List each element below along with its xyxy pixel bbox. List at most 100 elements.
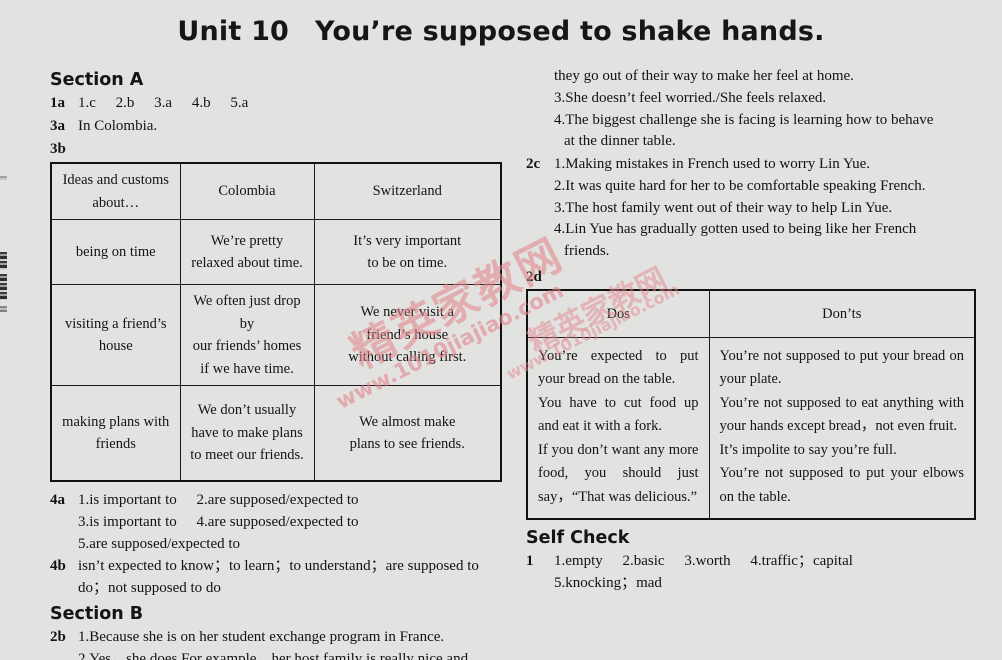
answer-item: 2.are supposed/expected to — [196, 492, 359, 509]
answer-item: 3.is important to — [78, 513, 177, 530]
answer-2c: 2c 1.Making mistakes in French used to w… — [520, 154, 982, 263]
table-row: making plans with friends We don’t usual… — [50, 385, 502, 482]
answer-4b-line: isn’t expected to know；to learn；to under… — [78, 558, 479, 575]
answer-key-page: Unit 10 You’re supposed to shake hands. S… — [0, 0, 1002, 660]
table-header-donts: Don’ts — [708, 289, 976, 338]
cell-line: We almost make — [359, 413, 456, 430]
table-header-colombia: Colombia — [179, 162, 315, 221]
cell-dos-list: You’re expected to put your bread on the… — [526, 336, 710, 520]
cell-line: We’re pretty — [210, 232, 284, 249]
answer-item: 3.worth — [684, 553, 731, 570]
answer-item: 5.knocking；mad — [554, 574, 662, 591]
self-check-heading: Self Check — [526, 528, 630, 549]
scan-edge-artifact — [0, 274, 7, 300]
cell-donts-list: You’re not supposed to put your bread on… — [708, 336, 976, 520]
table-row: Ideas and customs about… Colombia Switze… — [50, 162, 502, 221]
answer-1a-item: 1.c — [78, 95, 96, 111]
answer-2c-line: 2.It was quite hard for her to be comfor… — [554, 177, 926, 194]
answer-key-1: 1 — [526, 553, 534, 570]
selfcheck-line: 1.empty 2.basic 3.worth 4.traffic；capita… — [554, 551, 982, 573]
answer-1a-item: 5.a — [230, 95, 249, 111]
cell-line: It’s very important — [353, 232, 462, 249]
answer-item: 1.empty — [554, 553, 603, 570]
answer-4b-line: do；not supposed to do — [78, 580, 221, 597]
cell-topic: visiting a friend’s house — [50, 284, 181, 387]
cell-line: friends — [95, 436, 136, 453]
answer-key-2b: 2b — [50, 628, 66, 645]
answer-2b-cont-line: they go out of their way to make her fee… — [554, 68, 854, 84]
answer-2c-line: 3.The host family went out of their way … — [554, 199, 893, 216]
answer-key-2c: 2c — [526, 156, 541, 172]
answer-3a: 3a In Colombia. — [44, 116, 506, 138]
cell-line: relaxed about time. — [191, 255, 303, 272]
section-b-heading: Section B — [50, 603, 144, 624]
answer-1a-item: 3.a — [154, 95, 173, 111]
answer-item: 4.are supposed/expected to — [196, 513, 359, 530]
table-customs-comparison: Ideas and customs about… Colombia Switze… — [50, 162, 502, 483]
cell-line: friend’s house — [366, 326, 449, 343]
cell-line: We often just drop by — [193, 293, 301, 332]
cell-line: have to make plans — [191, 424, 303, 441]
donts-item: You’re not supposed to eat anything with… — [719, 394, 965, 435]
table-dos-donts: Dos Don’ts You’re expected to put your b… — [526, 288, 976, 521]
right-column: they go out of their way to make her fee… — [520, 66, 982, 596]
left-column: Section A 1a 1.c 2.b 3.a 4.b 5.a 3a In C… — [44, 66, 506, 660]
answer-3b: 3b — [44, 139, 506, 161]
answer-item: 5.are supposed/expected to — [78, 535, 241, 552]
scan-edge-artifact — [0, 252, 7, 270]
answer-key-4b: 4b — [50, 558, 66, 575]
selfcheck-line: 5.knocking；mad — [554, 573, 982, 595]
cell-switzerland: We never visit a friend’s house without … — [313, 284, 502, 387]
section-a-heading: Section A — [50, 70, 144, 90]
answer-1a-item: 4.b — [191, 95, 211, 111]
cell-line: We never visit a — [360, 304, 454, 321]
answer-item: 4.traffic；capital — [750, 553, 853, 570]
table-row: You’re expected to put your bread on the… — [526, 336, 976, 520]
unit-number: Unit 10 — [177, 16, 290, 47]
answer-2b-line: 1.Because she is on her student exchange… — [78, 628, 445, 645]
answer-4a-line: 3.is important to 4.are supposed/expecte… — [78, 512, 506, 534]
answer-1a-item: 2.b — [115, 95, 135, 111]
donts-item: It’s impolite to say you’re full. — [719, 441, 897, 458]
answer-1a: 1a 1.c 2.b 3.a 4.b 5.a — [44, 93, 506, 115]
cell-line: to be on time. — [367, 255, 448, 272]
table-row: being on time We’re pretty relaxed about… — [50, 219, 502, 286]
dos-item: You’re expected to put your bread on the… — [538, 347, 699, 388]
donts-item: You’re not supposed to put your elbows o… — [719, 465, 965, 505]
table-row: visiting a friend’s house We often just … — [50, 284, 502, 387]
answer-key-4a: 4a — [50, 492, 65, 509]
answer-3a-text: In Colombia. — [78, 117, 158, 134]
dos-item: You have to cut food up and eat it with … — [538, 394, 699, 435]
header-line: Ideas and customs — [62, 172, 169, 189]
cell-line: to meet our friends. — [190, 447, 304, 464]
dos-item: If you don’t want any more food, you sho… — [538, 441, 699, 505]
cell-line: without calling first. — [348, 349, 467, 366]
scan-edge-artifact — [0, 306, 7, 312]
answer-2b-cont-line: 4.The biggest challenge she is facing is… — [554, 111, 934, 128]
answer-4a-line: 5.are supposed/expected to — [78, 534, 506, 556]
cell-line: visiting a friend’s — [65, 315, 167, 332]
answer-2c-line: 1.Making mistakes in French used to worr… — [554, 156, 871, 172]
answer-4b: 4b isn’t expected to know；to learn；to un… — [44, 556, 506, 600]
answer-2b: 2b 1.Because she is on her student excha… — [44, 627, 506, 660]
answer-selfcheck-1: 1 1.empty 2.basic 3.worth 4.traffic；capi… — [520, 551, 982, 595]
table-row: Dos Don’ts — [526, 289, 976, 338]
answer-4a-line: 1.is important to 2.are supposed/expecte… — [78, 490, 506, 512]
donts-item: You’re not supposed to put your bread on… — [719, 347, 965, 388]
header-line: about… — [92, 194, 140, 211]
answer-item: 1.is important to — [78, 492, 177, 509]
answer-key-1a: 1a — [50, 95, 65, 111]
cell-line: We don’t usually — [197, 402, 297, 419]
cell-line: if we have time. — [200, 360, 294, 377]
cell-switzerland: It’s very important to be on time. — [313, 219, 502, 286]
answer-item: 2.basic — [622, 553, 665, 570]
answer-key-3a: 3a — [50, 117, 65, 134]
answer-2b-cont-line: 3.She doesn’t feel worried./She feels re… — [554, 89, 827, 106]
answer-2c-line: 4.Lin Yue has gradually gotten used to b… — [554, 221, 917, 238]
answer-2b-line: 2.Yes，she does.For example，her host fami… — [78, 650, 469, 660]
cell-colombia: We’re pretty relaxed about time. — [179, 219, 315, 286]
answer-4a: 4a 1.is important to 2.are supposed/expe… — [44, 490, 506, 555]
cell-line: making plans with — [62, 413, 170, 430]
cell-line: house — [98, 338, 133, 355]
cell-line: our friends’ homes — [192, 338, 302, 355]
